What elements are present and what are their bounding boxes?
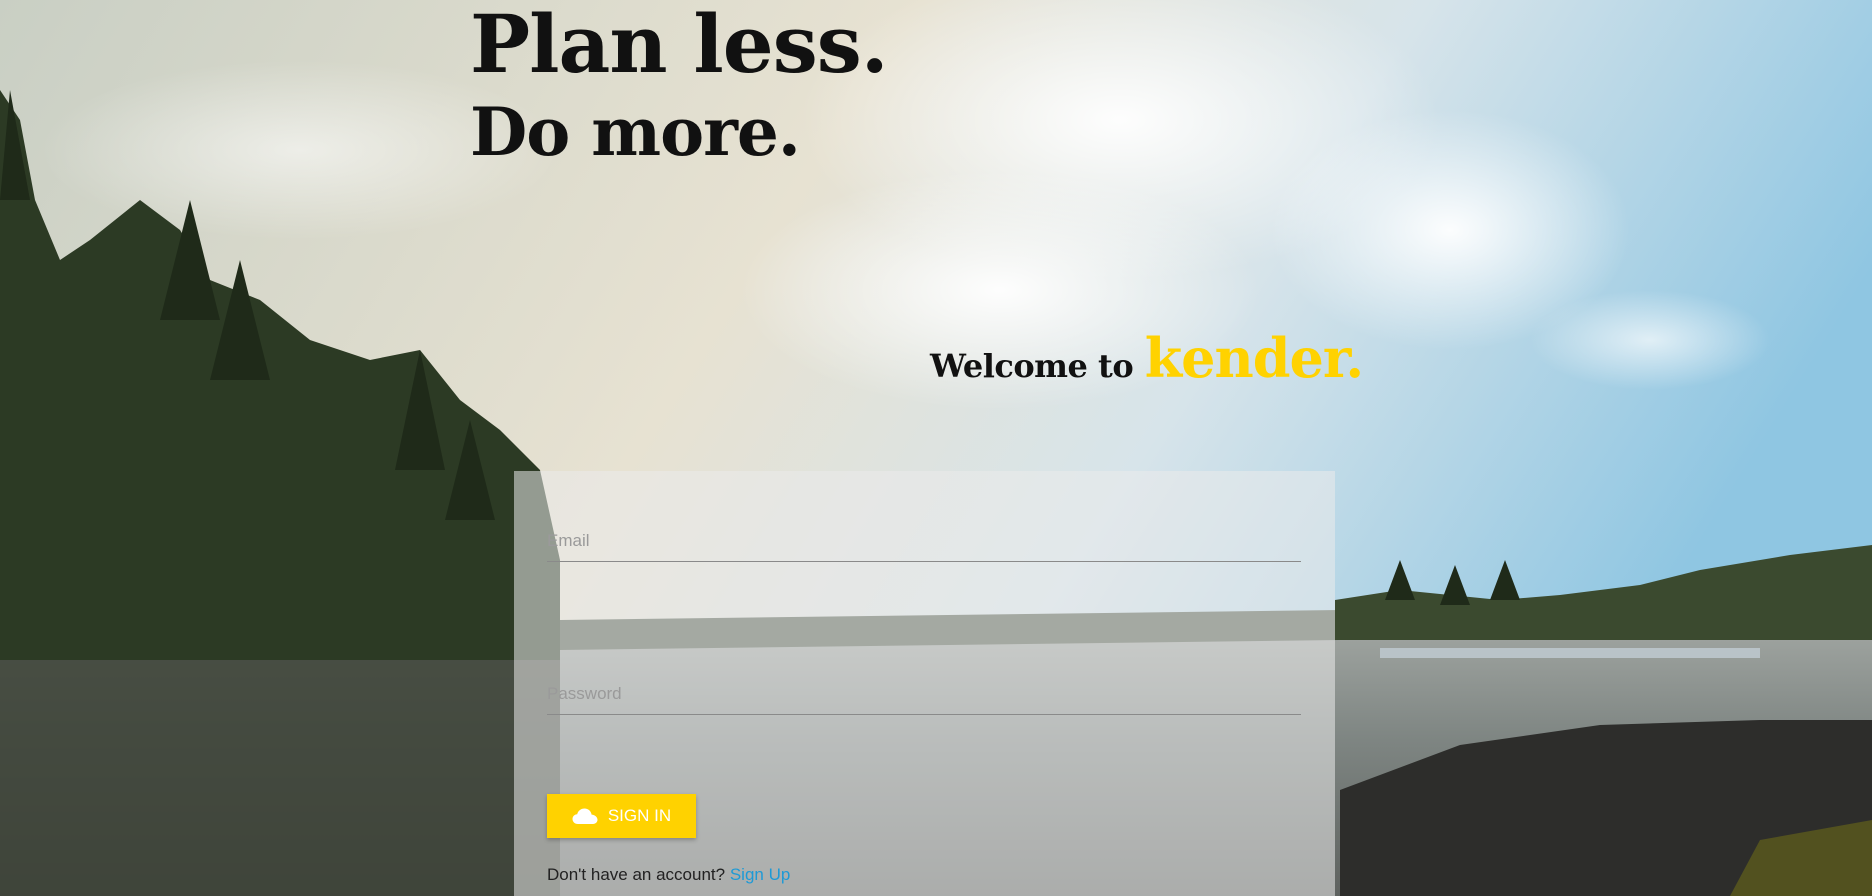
welcome-heading: Welcome to kender. — [930, 326, 1364, 390]
password-field-wrapper — [547, 674, 1301, 715]
email-input[interactable] — [547, 521, 1301, 562]
login-page: Plan less. Do more. Welcome to kender. S… — [0, 0, 1872, 896]
brand-logo-text: kender. — [1144, 326, 1364, 390]
sign-up-link[interactable]: Sign Up — [730, 865, 790, 884]
signup-prompt: Don't have an account? Sign Up — [547, 865, 790, 885]
login-card: SIGN IN Don't have an account? Sign Up — [514, 471, 1335, 896]
sign-in-button[interactable]: SIGN IN — [547, 794, 696, 838]
no-account-text: Don't have an account? — [547, 865, 726, 884]
email-field-wrapper — [547, 521, 1301, 562]
cloud-icon — [572, 807, 598, 825]
welcome-prefix: Welcome to — [930, 347, 1134, 385]
sign-in-label: SIGN IN — [607, 806, 672, 825]
hero-headline: Plan less. Do more. — [470, 0, 889, 176]
hero-line-1: Plan less. — [470, 0, 889, 91]
hero-line-2: Do more. — [470, 93, 801, 171]
password-input[interactable] — [547, 674, 1301, 715]
